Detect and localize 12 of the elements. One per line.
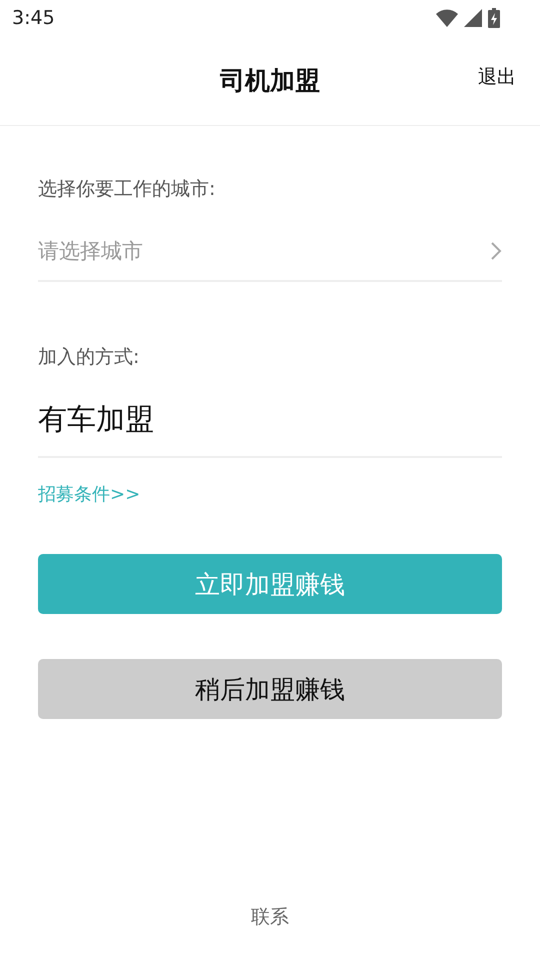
exit-button[interactable]: 退出 xyxy=(478,64,516,90)
mode-label: 加入的方式: xyxy=(38,345,140,370)
join-later-button[interactable]: 稍后加盟赚钱 xyxy=(38,659,502,719)
mode-value: 有车加盟 xyxy=(38,401,154,438)
status-time: 3:45 xyxy=(12,7,55,29)
battery-icon xyxy=(488,8,500,28)
city-label: 选择你要工作的城市: xyxy=(38,177,216,202)
page-title: 司机加盟 xyxy=(220,65,320,97)
contact-text: 联系 xyxy=(251,905,289,930)
signal-icon xyxy=(464,9,482,27)
wifi-icon xyxy=(436,9,458,27)
chevron-right-icon xyxy=(490,241,502,261)
